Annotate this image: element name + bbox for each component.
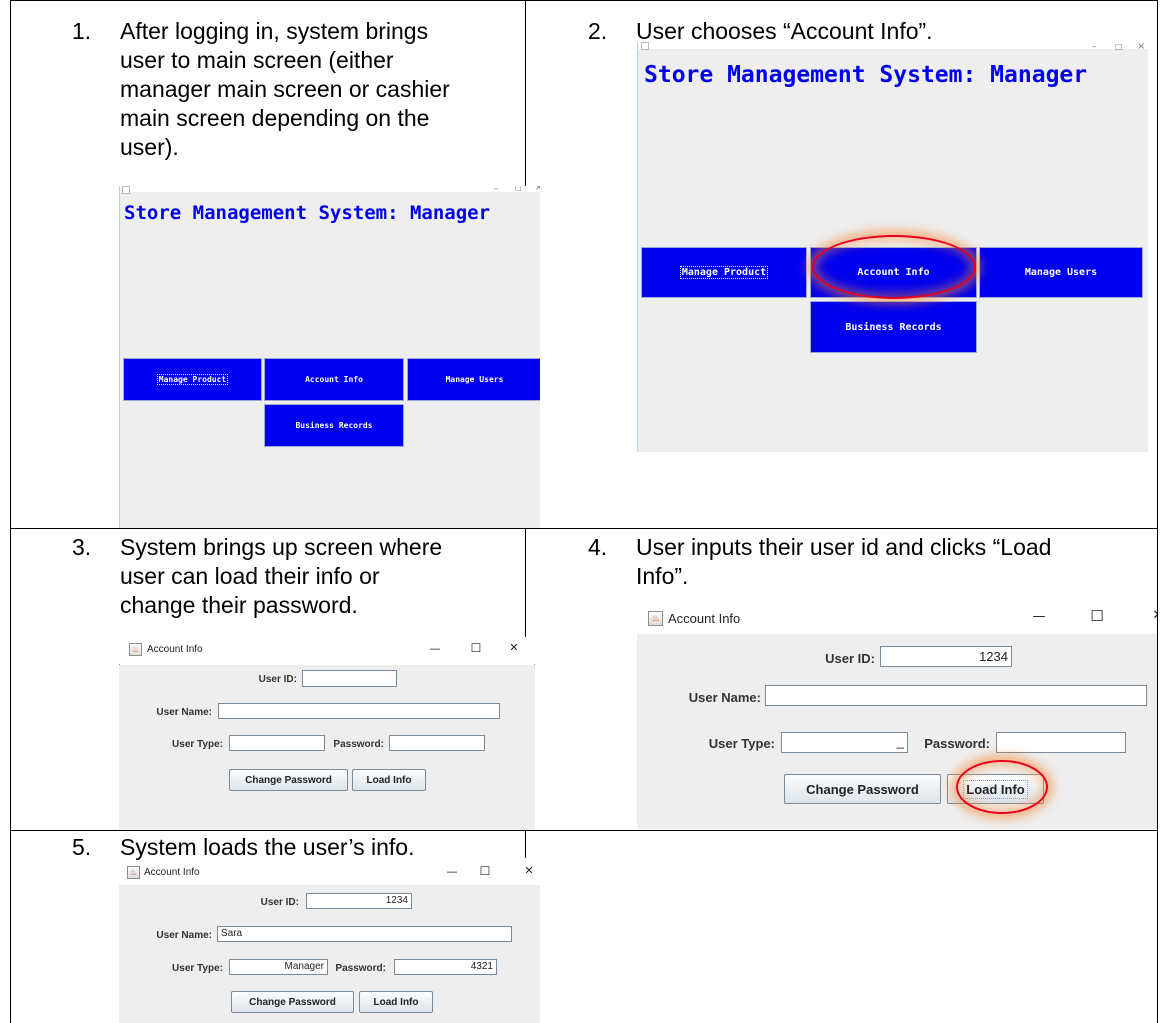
user-type-label: User Type: xyxy=(172,739,223,750)
minimize-icon[interactable]: – xyxy=(1092,42,1097,52)
user-id-label: User ID: xyxy=(260,897,299,908)
step-line: main screen depending on the xyxy=(120,105,430,131)
step-number: 5. xyxy=(72,834,92,860)
manager-main-screen-window: – □ × Store Management System: Manager M… xyxy=(119,186,540,528)
user-name-label: User Name: xyxy=(688,690,761,705)
button-label: Load Info xyxy=(963,779,1028,799)
close-icon[interactable]: × xyxy=(535,186,540,193)
java-app-icon: ♨ xyxy=(648,611,663,626)
maximize-icon[interactable]: □ xyxy=(1115,42,1123,51)
account-info-window-empty: ♨ Account Info — ☐ ✕ User ID: User Name:… xyxy=(119,637,535,830)
table-border-top xyxy=(10,0,1158,1)
user-name-field[interactable] xyxy=(218,703,500,719)
step-line: System loads the user’s info. xyxy=(120,834,415,860)
minimize-icon[interactable]: — xyxy=(444,865,460,878)
table-border-left xyxy=(10,0,11,1023)
manager-screen-title: Store Management System: Manager xyxy=(644,62,1088,88)
user-type-field[interactable]: Manager xyxy=(229,959,328,975)
step-number: 4. xyxy=(588,534,608,560)
step-number: 2. xyxy=(588,18,608,44)
step-line: change their password. xyxy=(120,592,358,618)
table-column-divider xyxy=(525,0,526,192)
java-app-icon: ♨ xyxy=(129,643,142,656)
password-label: Password: xyxy=(333,739,384,750)
user-name-field[interactable] xyxy=(765,685,1147,706)
close-icon[interactable]: ✕ xyxy=(522,864,536,877)
step-line: User inputs their user id and clicks “Lo… xyxy=(636,534,1052,560)
user-name-label: User Name: xyxy=(156,707,212,718)
java-app-icon: ♨ xyxy=(127,866,140,879)
password-field[interactable] xyxy=(389,735,485,751)
step-line: System brings up screen where xyxy=(120,534,443,560)
table-row-divider-1 xyxy=(10,528,1158,529)
account-info-button[interactable]: Account Info xyxy=(810,247,977,298)
step-line: user). xyxy=(120,134,179,160)
maximize-icon[interactable]: ☐ xyxy=(1089,607,1105,625)
step-number: 1. xyxy=(72,18,92,44)
change-password-button[interactable]: Change Password xyxy=(784,774,941,804)
close-icon[interactable]: × xyxy=(1137,42,1145,52)
manager-screen-title: Store Management System: Manager xyxy=(124,202,491,224)
manage-product-button[interactable]: Manage Product xyxy=(123,358,262,401)
user-id-field[interactable]: 1234 xyxy=(306,893,412,909)
user-type-field[interactable]: _ xyxy=(781,732,908,753)
window-app-icon xyxy=(122,186,130,194)
password-field[interactable]: 4321 xyxy=(394,959,497,975)
button-label: Manage Product xyxy=(156,374,229,385)
change-password-button[interactable]: Change Password xyxy=(229,769,348,791)
password-field[interactable] xyxy=(996,732,1126,753)
maximize-icon[interactable]: ☐ xyxy=(478,864,492,878)
password-label: Password: xyxy=(335,963,386,974)
manage-product-button[interactable]: Manage Product xyxy=(641,247,807,298)
step-line: user to main screen (either xyxy=(120,47,394,73)
minimize-icon[interactable]: – xyxy=(494,186,498,193)
window-app-icon xyxy=(641,42,649,50)
manage-users-button[interactable]: Manage Users xyxy=(407,358,540,401)
step-line: manager main screen or cashier xyxy=(120,76,450,102)
load-info-button[interactable]: Load Info xyxy=(947,774,1044,804)
step-1-text: 1. After logging in, system brings user … xyxy=(72,17,522,167)
user-id-label: User ID: xyxy=(825,651,875,666)
minimize-icon[interactable]: — xyxy=(1030,609,1048,624)
user-type-label: User Type: xyxy=(172,963,223,974)
user-id-field[interactable] xyxy=(302,670,397,687)
business-records-button[interactable]: Business Records xyxy=(264,404,404,447)
close-icon[interactable]: ✕ xyxy=(507,641,521,654)
step-number: 3. xyxy=(72,534,92,560)
load-info-button[interactable]: Load Info xyxy=(359,991,433,1013)
load-info-button[interactable]: Load Info xyxy=(352,769,426,791)
step-5-text: 5. System loads the user’s info. xyxy=(72,833,522,863)
window-title: Account Info xyxy=(144,867,200,878)
step-3-text: 3. System brings up screen where user ca… xyxy=(72,533,522,623)
step-line: user can load their info or xyxy=(120,563,380,589)
close-icon[interactable]: ✕ xyxy=(1151,608,1157,623)
maximize-icon[interactable]: ☐ xyxy=(469,641,483,655)
button-label: Manage Product xyxy=(679,266,769,279)
account-info-button[interactable]: Account Info xyxy=(264,358,404,401)
manager-main-screen-window-selected: – □ × Store Management System: Manager M… xyxy=(637,42,1148,452)
user-name-field[interactable]: Sara xyxy=(217,926,512,942)
manage-users-button[interactable]: Manage Users xyxy=(979,247,1143,298)
account-info-window-user-id: ♨ Account Info — ☐ ✕ User ID: 1234 User … xyxy=(637,604,1157,829)
table-row-divider-2 xyxy=(10,830,1158,831)
maximize-icon[interactable]: □ xyxy=(515,186,522,192)
user-type-label: User Type: xyxy=(708,736,775,751)
user-type-field[interactable] xyxy=(229,735,325,751)
table-column-divider xyxy=(525,830,526,858)
change-password-button[interactable]: Change Password xyxy=(231,991,354,1013)
user-id-field[interactable]: 1234 xyxy=(880,646,1012,667)
step-line: After logging in, system brings xyxy=(120,18,429,44)
minimize-icon[interactable]: — xyxy=(427,642,443,655)
user-id-label: User ID: xyxy=(258,674,297,685)
business-records-button[interactable]: Business Records xyxy=(810,301,977,353)
table-border-right xyxy=(1157,0,1158,1023)
user-name-label: User Name: xyxy=(156,930,212,941)
step-line: Info”. xyxy=(636,563,689,589)
table-column-divider xyxy=(525,528,526,638)
window-title: Account Info xyxy=(668,611,741,626)
password-label: Password: xyxy=(924,736,990,751)
account-info-window-loaded: ♨ Account Info — ☐ ✕ User ID: 1234 User … xyxy=(119,862,540,1023)
step-4-text: 4. User inputs their user id and clicks … xyxy=(588,533,1153,593)
window-title: Account Info xyxy=(147,644,203,655)
